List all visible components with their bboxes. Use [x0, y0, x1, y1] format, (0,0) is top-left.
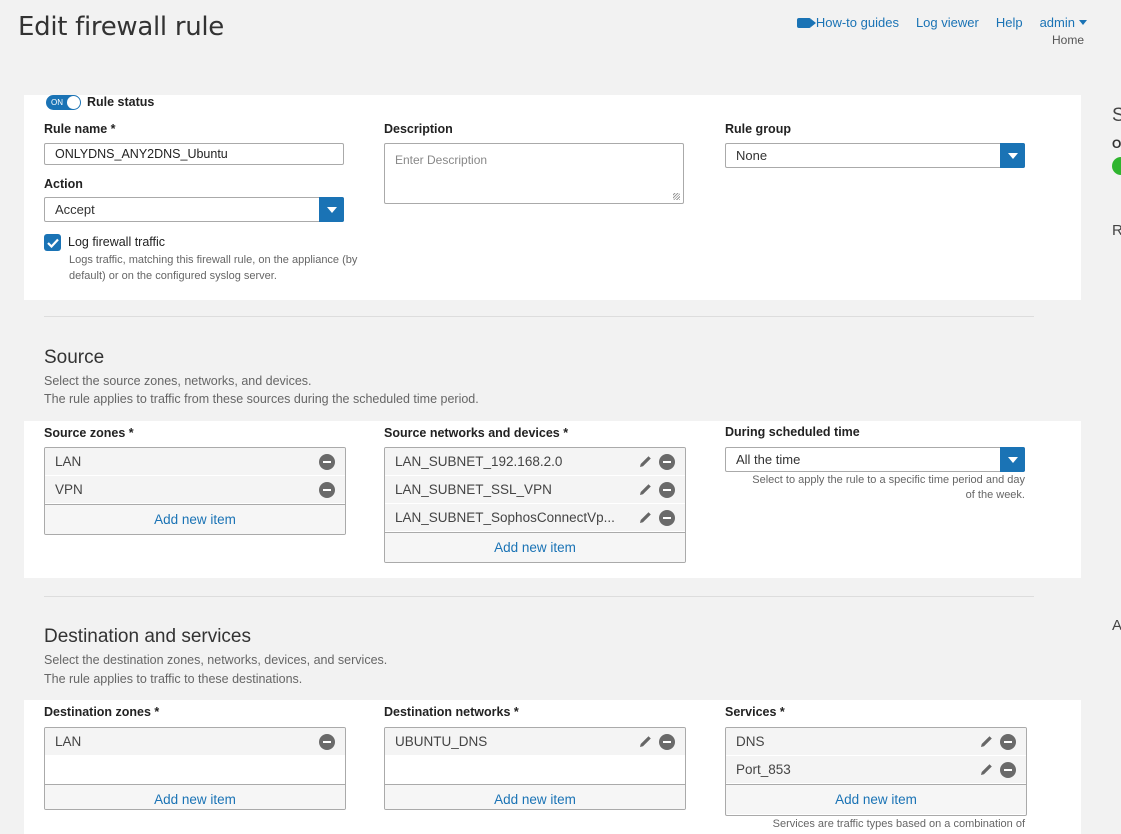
- description-label: Description: [384, 122, 453, 136]
- remove-icon[interactable]: [1000, 761, 1016, 778]
- destination-networks-label: Destination networks *: [384, 705, 519, 719]
- edit-icon[interactable]: [978, 734, 994, 750]
- list-item: LAN: [45, 448, 345, 476]
- destination-zones-label: Destination zones *: [44, 705, 160, 719]
- schedule-hint: Select to apply the rule to a specific t…: [752, 474, 1025, 501]
- schedule-label: During scheduled time: [725, 425, 860, 439]
- source-subtitle-2: The rule applies to traffic from these s…: [44, 392, 479, 406]
- chevron-down-icon: [1007, 152, 1018, 159]
- remove-icon[interactable]: [319, 453, 335, 470]
- howto-link[interactable]: How-to guides: [796, 15, 899, 30]
- help-link[interactable]: Help: [996, 15, 1023, 30]
- remove-icon[interactable]: [1000, 733, 1016, 750]
- remove-icon[interactable]: [659, 481, 675, 498]
- destination-networks-list: UBUNTU_DNS Add new item: [384, 727, 686, 810]
- add-new-item-button[interactable]: Add new item: [385, 532, 685, 562]
- source-networks-label: Source networks and devices *: [384, 426, 569, 440]
- add-new-item-button[interactable]: Add new item: [45, 504, 345, 534]
- source-subtitle: Select the source zones, networks, and d…: [44, 374, 312, 388]
- description-textarea[interactable]: Enter Description: [384, 143, 684, 204]
- list-item: Port_853: [726, 756, 1026, 784]
- list-item: LAN_SUBNET_192.168.2.0: [385, 448, 685, 476]
- side-status-label: O: [1112, 137, 1121, 151]
- edit-icon[interactable]: [637, 734, 653, 750]
- video-camera-icon: [796, 18, 816, 28]
- dropdown-button[interactable]: [1000, 143, 1025, 168]
- rule-name-label: Rule name *: [44, 122, 116, 136]
- breadcrumb-home[interactable]: Home: [1052, 33, 1084, 47]
- side-section-heading: R: [1112, 222, 1121, 239]
- log-viewer-link[interactable]: Log viewer: [916, 15, 979, 30]
- destination-subtitle-2: The rule applies to traffic to these des…: [44, 672, 303, 686]
- remove-icon[interactable]: [319, 481, 335, 498]
- services-list: DNS Port_853 Add new item: [725, 727, 1027, 816]
- page-title: Edit firewall rule: [18, 12, 225, 42]
- remove-icon[interactable]: [319, 733, 335, 750]
- side-section-heading: A: [1112, 617, 1121, 634]
- edit-icon[interactable]: [637, 482, 653, 498]
- checkmark-icon: [46, 238, 59, 248]
- chevron-down-icon: [1007, 456, 1018, 463]
- list-item: LAN: [45, 728, 345, 756]
- remove-icon[interactable]: [659, 453, 675, 470]
- source-zones-list: LAN VPN Add new item: [44, 447, 346, 535]
- chevron-down-icon: [1079, 20, 1087, 25]
- rule-name-input[interactable]: ONLYDNS_ANY2DNS_Ubuntu: [44, 143, 344, 165]
- services-hint: Services are traffic types based on a co…: [772, 818, 1025, 830]
- destination-heading: Destination and services: [44, 626, 251, 647]
- dropdown-button[interactable]: [1000, 447, 1025, 472]
- list-item: DNS: [726, 728, 1026, 756]
- schedule-select[interactable]: All the time: [725, 447, 1025, 472]
- side-panel: S O R A: [1100, 95, 1121, 834]
- source-heading: Source: [44, 347, 105, 368]
- log-traffic-label: Log firewall traffic: [68, 235, 166, 249]
- divider: [44, 316, 1034, 317]
- user-menu[interactable]: admin: [1040, 15, 1087, 30]
- page: Edit firewall rule How-to guides Log vie…: [0, 0, 1121, 834]
- top-navigation: How-to guides Log viewer Help admin: [796, 15, 1087, 30]
- destination-subtitle: Select the destination zones, networks, …: [44, 653, 388, 667]
- edit-icon[interactable]: [978, 762, 994, 778]
- remove-icon[interactable]: [659, 509, 675, 526]
- chevron-down-icon: [326, 206, 337, 213]
- action-label: Action: [44, 177, 83, 191]
- add-new-item-button[interactable]: Add new item: [45, 784, 345, 809]
- log-traffic-checkbox[interactable]: [44, 234, 61, 251]
- rule-group-label: Rule group: [725, 122, 791, 136]
- edit-icon[interactable]: [637, 454, 653, 470]
- destination-zones-list: LAN Add new item: [44, 727, 346, 810]
- rule-status-label: Rule status: [87, 95, 155, 109]
- list-item: UBUNTU_DNS: [385, 728, 685, 756]
- action-select[interactable]: Accept: [44, 197, 344, 222]
- source-networks-list: LAN_SUBNET_192.168.2.0 LAN_SUBNET_SSL_VP…: [384, 447, 686, 563]
- services-label: Services *: [725, 705, 785, 719]
- list-item: LAN_SUBNET_SophosConnectVp...: [385, 504, 685, 532]
- log-traffic-help: Logs traffic, matching this firewall rul…: [69, 254, 358, 282]
- list-item: LAN_SUBNET_SSL_VPN: [385, 476, 685, 504]
- list-empty-row: [385, 756, 685, 784]
- divider: [44, 596, 1034, 597]
- add-new-item-button[interactable]: Add new item: [726, 784, 1026, 814]
- status-indicator-icon: [1112, 157, 1121, 175]
- rule-status-toggle[interactable]: ON: [46, 95, 81, 110]
- remove-icon[interactable]: [659, 733, 675, 750]
- source-zones-label: Source zones *: [44, 426, 134, 440]
- rule-group-select[interactable]: None: [725, 143, 1025, 168]
- side-heading: S: [1112, 105, 1121, 126]
- list-empty-row: [45, 756, 345, 784]
- dropdown-button[interactable]: [319, 197, 344, 222]
- edit-icon[interactable]: [637, 510, 653, 526]
- add-new-item-button[interactable]: Add new item: [385, 784, 685, 809]
- list-item: VPN: [45, 476, 345, 504]
- resize-grip-icon[interactable]: [673, 193, 680, 200]
